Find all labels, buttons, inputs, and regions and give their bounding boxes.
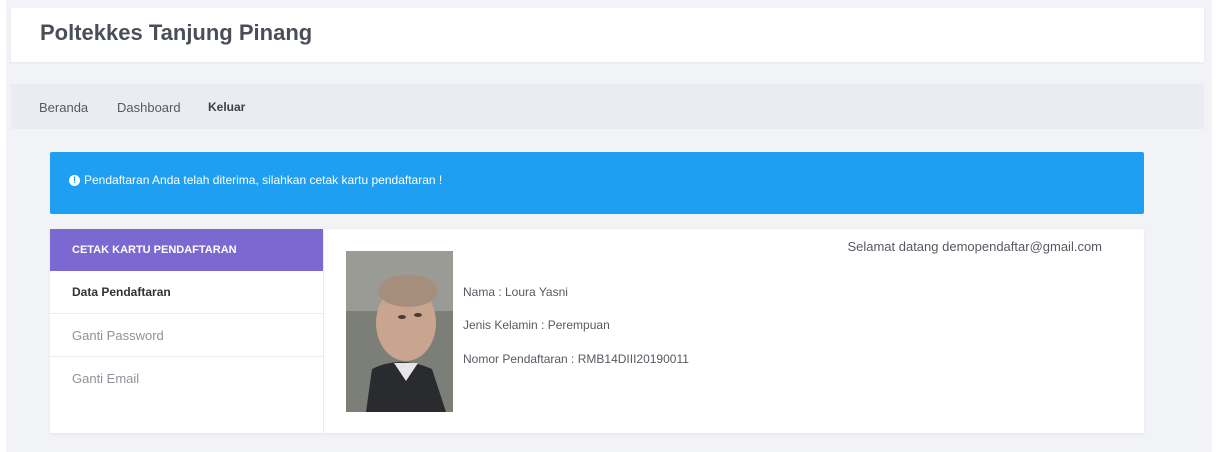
main-navbar: Beranda Dashboard Keluar [11, 84, 1204, 129]
alert-content: ! Pendaftaran Anda telah diterima, silah… [69, 173, 442, 187]
profile-photo-graphic [346, 251, 453, 412]
profile-content: Selamat datang demopendaftar@gmail.com N… [324, 229, 1144, 433]
profile-sidebar: CETAK KARTU PENDAFTARAN Data Pendaftaran… [50, 229, 324, 433]
nav-keluar-link[interactable]: Keluar [208, 100, 245, 114]
profile-photo [346, 251, 453, 412]
profile-card: CETAK KARTU PENDAFTARAN Data Pendaftaran… [50, 229, 1144, 433]
alert-message: Pendaftaran Anda telah diterima, silahka… [84, 173, 443, 187]
nav-dashboard-link[interactable]: Dashboard [117, 100, 181, 115]
site-header: Poltekkes Tanjung Pinang [11, 8, 1204, 62]
site-title[interactable]: Poltekkes Tanjung Pinang [40, 20, 312, 46]
sidebar-item-ganti-password[interactable]: Ganti Password [50, 314, 323, 357]
sidebar-item-ganti-email[interactable]: Ganti Email [50, 357, 323, 400]
info-nomor-pendaftaran: Nomor Pendaftaran : RMB14DIII20190011 [463, 352, 689, 366]
sidebar-item-cetak-kartu[interactable]: CETAK KARTU PENDAFTARAN [50, 229, 323, 271]
nav-beranda-link[interactable]: Beranda [39, 100, 88, 115]
info-jenis-kelamin: Jenis Kelamin : Perempuan [463, 318, 610, 332]
info-circle-icon: ! [69, 174, 80, 186]
info-nama: Nama : Loura Yasni [463, 285, 568, 299]
sidebar-item-data-pendaftaran[interactable]: Data Pendaftaran [50, 271, 323, 314]
welcome-text: Selamat datang demopendaftar@gmail.com [847, 239, 1102, 254]
success-alert: ! Pendaftaran Anda telah diterima, silah… [50, 152, 1144, 214]
